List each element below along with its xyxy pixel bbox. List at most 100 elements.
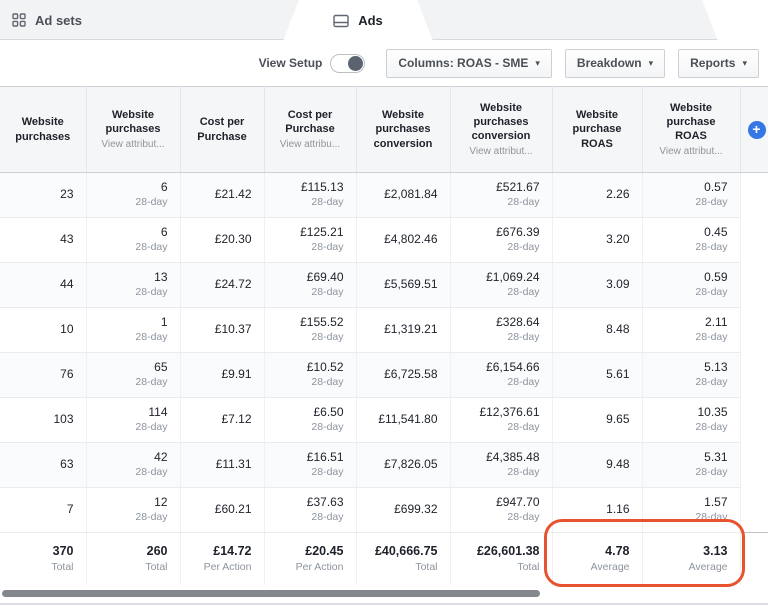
column-header[interactable]: Website purchases conversion View attribu…	[450, 87, 552, 173]
column-attribution-sublabel: View attribut...	[94, 139, 173, 151]
row-padding-cell	[740, 308, 768, 353]
table-row[interactable]: 10311428-day£7.12£6.5028-day£11,541.80£1…	[0, 398, 768, 443]
tab-ads[interactable]: Ads	[283, 0, 433, 41]
column-attribution-sublabel: View attribut...	[458, 146, 545, 158]
column-header[interactable]: Website purchases	[0, 87, 86, 173]
view-setup-toggle[interactable]	[330, 54, 365, 73]
row-padding-cell	[740, 488, 768, 533]
total-cell: 260Total	[86, 533, 180, 585]
metric-cell: 2.1128-day	[642, 308, 740, 353]
view-setup-control: View Setup	[259, 54, 366, 73]
total-cell: £14.72Per Action	[180, 533, 264, 585]
metric-cell: £115.1328-day	[264, 173, 356, 218]
chevron-down-icon: ▾	[535, 59, 540, 68]
column-header[interactable]: Website purchase ROASView attribut...	[642, 87, 740, 173]
total-cell: 370Total	[0, 533, 86, 585]
metric-cell: £947.7028-day	[450, 488, 552, 533]
table-row[interactable]: 10128-day£10.37£155.5228-day£1,319.21£32…	[0, 308, 768, 353]
metric-cell: 1328-day	[86, 263, 180, 308]
row-padding-cell	[740, 218, 768, 263]
column-attribution-sublabel: View attribu...	[272, 139, 349, 151]
table-total-row: 370Total260Total£14.72Per Action£20.45Pe…	[0, 533, 768, 585]
column-label: Website purchases conversion	[458, 101, 545, 144]
metric-cell: £2,081.84	[356, 173, 450, 218]
column-header[interactable]: Website purchases conversion	[356, 87, 450, 173]
breakdown-dropdown-button[interactable]: Breakdown ▾	[565, 49, 665, 78]
horizontal-scrollbar-thumb[interactable]	[2, 590, 540, 597]
breakdown-dropdown-label: Breakdown	[577, 56, 642, 70]
metric-cell: 6528-day	[86, 353, 180, 398]
metric-cell: 9.48	[552, 443, 642, 488]
total-cell: 4.78Average	[552, 533, 642, 585]
metric-cell: 3.09	[552, 263, 642, 308]
column-header[interactable]: Website purchases View attribut...	[86, 87, 180, 173]
column-label: Cost per Purchase	[272, 108, 349, 137]
column-header[interactable]: Website purchase ROAS	[552, 87, 642, 173]
metric-cell: 103	[0, 398, 86, 443]
metric-cell: 128-day	[86, 308, 180, 353]
metric-cell: £1,319.21	[356, 308, 450, 353]
metric-cell: 44	[0, 263, 86, 308]
metric-cell: £5,569.51	[356, 263, 450, 308]
column-label: Website purchase ROAS	[560, 108, 635, 151]
metric-cell: £4,802.46	[356, 218, 450, 263]
column-label: Website purchases	[94, 108, 173, 137]
metric-cell: £69.4028-day	[264, 263, 356, 308]
metric-cell: 5.61	[552, 353, 642, 398]
metric-cell: 628-day	[86, 218, 180, 263]
metric-cell: £1,069.2428-day	[450, 263, 552, 308]
row-padding-cell	[740, 443, 768, 488]
metric-cell: £7,826.05	[356, 443, 450, 488]
columns-dropdown-button[interactable]: Columns: ROAS - SME ▾	[386, 49, 552, 78]
metric-cell: £10.5228-day	[264, 353, 356, 398]
column-label: Website purchase ROAS	[650, 101, 733, 144]
toggle-knob-icon	[348, 56, 363, 71]
table-row[interactable]: 634228-day£11.31£16.5128-day£7,826.05£4,…	[0, 443, 768, 488]
table-row[interactable]: 441328-day£24.72£69.4028-day£5,569.51£1,…	[0, 263, 768, 308]
metric-cell: 5.1328-day	[642, 353, 740, 398]
reports-dropdown-button[interactable]: Reports ▾	[678, 49, 759, 78]
metric-cell: £155.5228-day	[264, 308, 356, 353]
metric-cell: £4,385.4828-day	[450, 443, 552, 488]
horizontal-scrollbar-track[interactable]	[0, 585, 768, 604]
table-row[interactable]: 23628-day£21.42£115.1328-day£2,081.84£52…	[0, 173, 768, 218]
chevron-down-icon: ▾	[742, 59, 747, 68]
metric-cell: 63	[0, 443, 86, 488]
metric-cell: £11,541.80	[356, 398, 450, 443]
total-cell: £26,601.38Total	[450, 533, 552, 585]
toolbar: View Setup Columns: ROAS - SME ▾ Breakdo…	[0, 40, 768, 86]
metric-cell: £699.32	[356, 488, 450, 533]
metric-cell: £6,154.6628-day	[450, 353, 552, 398]
ad-sets-grid-icon	[12, 13, 26, 27]
columns-dropdown-label: Columns: ROAS - SME	[398, 56, 528, 70]
metric-cell: £125.2128-day	[264, 218, 356, 263]
table-row[interactable]: 766528-day£9.91£10.5228-day£6,725.58£6,1…	[0, 353, 768, 398]
add-column-button[interactable]: +	[748, 121, 766, 139]
table-row[interactable]: 71228-day£60.21£37.6328-day£699.32£947.7…	[0, 488, 768, 533]
metric-cell: 76	[0, 353, 86, 398]
metric-cell: £60.21	[180, 488, 264, 533]
metric-cell: 8.48	[552, 308, 642, 353]
metric-cell: 0.5728-day	[642, 173, 740, 218]
metric-cell: 628-day	[86, 173, 180, 218]
metric-cell: 1.5728-day	[642, 488, 740, 533]
add-column-header-cell: +	[740, 87, 768, 173]
column-label: Website purchases conversion	[364, 108, 443, 151]
row-padding-cell	[740, 263, 768, 308]
table-row[interactable]: 43628-day£20.30£125.2128-day£4,802.46£67…	[0, 218, 768, 263]
metric-cell: 0.5928-day	[642, 263, 740, 308]
column-header[interactable]: Cost per Purchase	[180, 87, 264, 173]
tab-ads-label: Ads	[358, 13, 383, 28]
metric-cell: £7.12	[180, 398, 264, 443]
metric-cell: 43	[0, 218, 86, 263]
column-header[interactable]: Cost per Purchase View attribu...	[264, 87, 356, 173]
tab-ad-sets[interactable]: Ad sets	[0, 0, 100, 40]
tab-ad-sets-label: Ad sets	[35, 13, 82, 28]
ads-card-icon	[333, 14, 349, 28]
total-padding-cell	[740, 533, 768, 585]
metric-cell: 11428-day	[86, 398, 180, 443]
metric-cell: 1.16	[552, 488, 642, 533]
total-cell: 3.13Average	[642, 533, 740, 585]
reports-dropdown-label: Reports	[690, 56, 735, 70]
metric-cell: £16.5128-day	[264, 443, 356, 488]
